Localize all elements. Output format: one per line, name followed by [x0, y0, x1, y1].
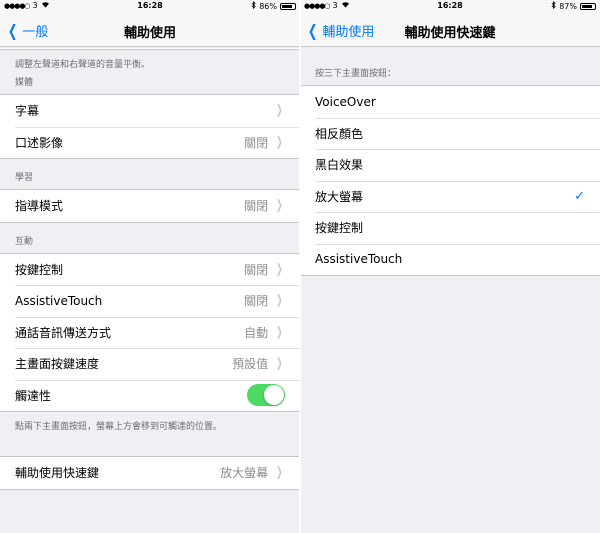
bluetooth-icon	[551, 0, 556, 11]
status-bar: ●●●●○ 3 16:28 86%	[0, 0, 300, 12]
row-switch-control[interactable]: 按鍵控制 關閉 ❯	[0, 253, 300, 285]
reachability-footnote: 點兩下主畫面按鈕，螢幕上方會移到可觸達的位置。	[0, 412, 300, 438]
row-subtitles[interactable]: 字幕 ❯	[0, 95, 300, 127]
shortcut-options-list: 按三下主畫面按鈕： VoiceOver 相反顏色 黑白效果 放大螢幕 ✓ 按鍵控…	[300, 48, 600, 276]
row-audio-description[interactable]: 口述影像 關閉 ❯	[0, 126, 300, 158]
accessibility-shortcut-screen: ●●●●○ 3 16:28 87% ❮ 輔助使用 輔助使用快速鍵 按三下主畫面按…	[300, 0, 600, 533]
option-label: 黑白效果	[315, 158, 364, 173]
row-value: 關閉	[244, 294, 269, 309]
accessibility-screen: ●●●●○ 3 16:28 86% ❮ 一般 輔助使用 調整左聲道和右聲道的音量…	[0, 0, 300, 533]
status-bar: ●●●●○ 3 16:28 87%	[300, 0, 600, 12]
page-title: 輔助使用	[123, 26, 176, 41]
battery-percent: 86%	[259, 1, 277, 11]
option-label: 放大螢幕	[315, 189, 364, 204]
chevron-right-icon: ❯	[276, 324, 283, 340]
battery-icon	[280, 2, 296, 10]
chevron-right-icon: ❯	[276, 103, 283, 119]
row-label: AssistiveTouch	[15, 293, 103, 308]
chevron-right-icon: ❯	[276, 356, 283, 372]
learning-group: 指導模式 關閉 ❯	[0, 189, 300, 223]
option-label: 按鍵控制	[315, 221, 364, 236]
option-assistivetouch[interactable]: AssistiveTouch	[300, 243, 600, 275]
row-value: 關閉	[244, 199, 269, 214]
shortcut-group: 輔助使用快速鍵 放大螢幕 ❯	[0, 456, 300, 490]
row-label: 按鍵控制	[15, 262, 64, 277]
chevron-right-icon: ❯	[276, 293, 283, 309]
row-home-click-speed[interactable]: 主畫面按鍵速度 預設值 ❯	[0, 348, 300, 380]
screen-divider	[299, 0, 301, 533]
row-label: 觸達性	[15, 388, 52, 403]
row-assistivetouch[interactable]: AssistiveTouch 關閉 ❯	[0, 285, 300, 317]
reachability-toggle[interactable]	[247, 384, 285, 407]
row-call-audio-routing[interactable]: 通話音訊傳送方式 自動 ❯	[0, 316, 300, 348]
row-value: 關閉	[244, 262, 269, 277]
navigation-bar: ❮ 輔助使用 輔助使用快速鍵	[300, 12, 600, 47]
row-value: 放大螢幕	[220, 466, 269, 481]
chevron-right-icon: ❯	[276, 261, 283, 277]
balance-footnote: 調整左聲道和右聲道的音量平衡。	[0, 50, 300, 74]
section-header-triple-click: 按三下主畫面按鈕：	[300, 48, 600, 85]
row-label: 主畫面按鍵速度	[15, 357, 100, 372]
row-label: 輔助使用快速鍵	[15, 466, 100, 481]
option-label: 相反顏色	[315, 126, 364, 141]
chevron-right-icon: ❯	[276, 198, 283, 214]
row-label: 字幕	[15, 104, 40, 119]
option-switch-control[interactable]: 按鍵控制	[300, 212, 600, 244]
option-label: VoiceOver	[315, 94, 376, 109]
option-label: AssistiveTouch	[315, 252, 403, 267]
media-group: 字幕 ❯ 口述影像 關閉 ❯	[0, 94, 300, 159]
option-grayscale[interactable]: 黑白效果	[300, 149, 600, 181]
option-voiceover[interactable]: VoiceOver	[300, 86, 600, 118]
row-reachability: 觸達性	[0, 379, 300, 411]
row-value: 預設值	[232, 357, 269, 372]
section-header-media: 媒體	[0, 74, 300, 94]
row-label: 指導模式	[15, 199, 64, 214]
settings-list: 調整左聲道和右聲道的音量平衡。 媒體 字幕 ❯ 口述影像 關閉 ❯ 學習 指導模…	[0, 48, 300, 490]
bluetooth-icon	[251, 0, 256, 11]
row-label: 通話音訊傳送方式	[15, 325, 112, 340]
checkmark-icon: ✓	[574, 188, 585, 204]
row-value: 自動	[244, 325, 269, 340]
page-title: 輔助使用快速鍵	[404, 26, 496, 41]
section-header-learning: 學習	[0, 159, 300, 189]
option-invert-colors[interactable]: 相反顏色	[300, 117, 600, 149]
toggle-knob	[264, 385, 284, 406]
row-accessibility-shortcut[interactable]: 輔助使用快速鍵 放大螢幕 ❯	[0, 457, 300, 489]
section-header-interaction: 互動	[0, 222, 300, 253]
navigation-bar: ❮ 一般 輔助使用	[0, 12, 300, 47]
row-label: 口述影像	[15, 135, 64, 150]
interaction-group: 按鍵控制 關閉 ❯ AssistiveTouch 關閉 ❯ 通話音訊傳送方式 自…	[0, 252, 300, 412]
chevron-right-icon: ❯	[276, 465, 283, 481]
option-zoom[interactable]: 放大螢幕 ✓	[300, 180, 600, 212]
row-value: 關閉	[244, 135, 269, 150]
battery-percent: 87%	[559, 1, 577, 11]
row-guided-access[interactable]: 指導模式 關閉 ❯	[0, 190, 300, 222]
shortcut-options-group: VoiceOver 相反顏色 黑白效果 放大螢幕 ✓ 按鍵控制 Assistiv…	[300, 85, 600, 276]
chevron-right-icon: ❯	[276, 134, 283, 150]
battery-icon	[580, 2, 596, 10]
